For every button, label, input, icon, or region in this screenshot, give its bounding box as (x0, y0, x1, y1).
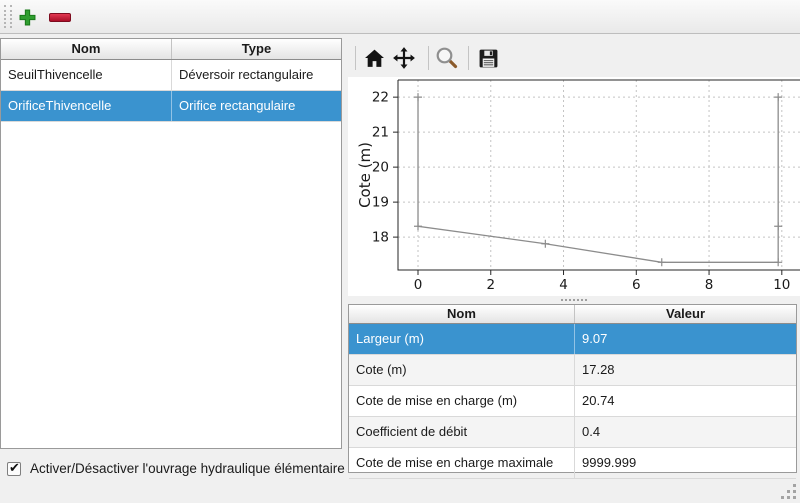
cell-param-name[interactable]: Largeur (m) (349, 324, 575, 354)
table-row-seuil[interactable]: SeuilThivencelle Déversoir rectangulaire (1, 60, 341, 91)
svg-text:20: 20 (372, 160, 389, 176)
param-row-cote-mise-en-charge[interactable]: Cote de mise en charge (m) 20.74 (349, 386, 796, 417)
activate-structure-checkbox[interactable] (7, 462, 21, 476)
param-row-cote-maximale[interactable]: Cote de mise en charge maximale 9999.999 (349, 448, 796, 479)
cell-nom[interactable]: OrificeThivencelle (1, 91, 172, 121)
svg-text:6: 6 (632, 277, 641, 293)
cell-param-name[interactable]: Cote de mise en charge maximale (349, 448, 575, 478)
horizontal-splitter[interactable] (348, 296, 800, 304)
zoom-button[interactable] (433, 44, 461, 72)
cell-type[interactable]: Orifice rectangulaire (172, 91, 341, 121)
svg-text:2: 2 (486, 277, 495, 293)
pan-icon (392, 46, 416, 70)
floppy-save-icon (478, 48, 499, 69)
toolbar-separator (428, 46, 429, 70)
activate-structure-label: Activer/Désactiver l'ouvrage hydraulique… (30, 461, 345, 476)
activate-structure-row: Activer/Désactiver l'ouvrage hydraulique… (7, 461, 345, 476)
save-button[interactable] (474, 44, 502, 72)
home-icon (364, 48, 385, 69)
svg-text:10: 10 (773, 277, 790, 293)
cell-param-value[interactable]: 9999.999 (575, 448, 796, 478)
cell-param-value[interactable]: 9.07 (575, 324, 796, 354)
cell-type[interactable]: Déversoir rectangulaire (172, 60, 341, 90)
svg-text:18: 18 (372, 230, 389, 246)
remove-structure-button[interactable] (47, 4, 73, 30)
home-button[interactable] (360, 44, 388, 72)
svg-text:0: 0 (414, 277, 423, 293)
param-row-cote[interactable]: Cote (m) 17.28 (349, 355, 796, 386)
profile-chart-canvas[interactable]: Cote (m) 18 19 20 21 22 0 2 4 6 8 10 (348, 77, 800, 296)
profile-plot: 18 19 20 21 22 0 2 4 6 8 10 (348, 77, 800, 296)
param-row-largeur-selected[interactable]: Largeur (m) 9.07 (349, 324, 796, 355)
table-row-orifice-selected[interactable]: OrificeThivencelle Orifice rectangulaire (1, 91, 341, 122)
window-resize-grip[interactable] (781, 484, 797, 500)
parameters-table-header: Nom Valeur (349, 305, 796, 324)
svg-text:21: 21 (372, 125, 389, 141)
svg-text:4: 4 (559, 277, 568, 293)
cell-param-name[interactable]: Coefficient de débit (349, 417, 575, 447)
column-header-nom: Nom (349, 305, 575, 323)
main-toolbar (0, 0, 800, 34)
plot-toolbar (348, 38, 800, 77)
cell-param-name[interactable]: Cote (m) (349, 355, 575, 385)
cell-nom[interactable]: SeuilThivencelle (1, 60, 172, 90)
parameters-table: Nom Valeur Largeur (m) 9.07 Cote (m) 17.… (348, 304, 797, 473)
toolbar-separator (355, 46, 356, 70)
toolbar-separator (468, 46, 469, 70)
structures-table: Nom Type SeuilThivencelle Déversoir rect… (0, 38, 342, 449)
column-header-nom: Nom (1, 39, 172, 59)
add-structure-button[interactable] (14, 4, 40, 30)
y-axis-label: Cote (m) (356, 142, 374, 208)
column-header-valeur: Valeur (575, 305, 796, 323)
pan-button[interactable] (390, 44, 418, 72)
cell-param-value[interactable]: 0.4 (575, 417, 796, 447)
cell-param-name[interactable]: Cote de mise en charge (m) (349, 386, 575, 416)
svg-text:19: 19 (372, 195, 389, 211)
cell-param-value[interactable]: 17.28 (575, 355, 796, 385)
plus-icon (19, 9, 36, 26)
param-row-coefficient[interactable]: Coefficient de débit 0.4 (349, 417, 796, 448)
structures-table-header: Nom Type (1, 39, 341, 60)
splitter-grip-icon (561, 299, 587, 301)
column-header-type: Type (172, 39, 341, 59)
minus-icon (49, 13, 71, 22)
toolbar-drag-handle[interactable] (4, 5, 12, 28)
svg-text:8: 8 (705, 277, 714, 293)
magnifier-icon (435, 46, 459, 70)
svg-text:22: 22 (372, 90, 389, 106)
cell-param-value[interactable]: 20.74 (575, 386, 796, 416)
